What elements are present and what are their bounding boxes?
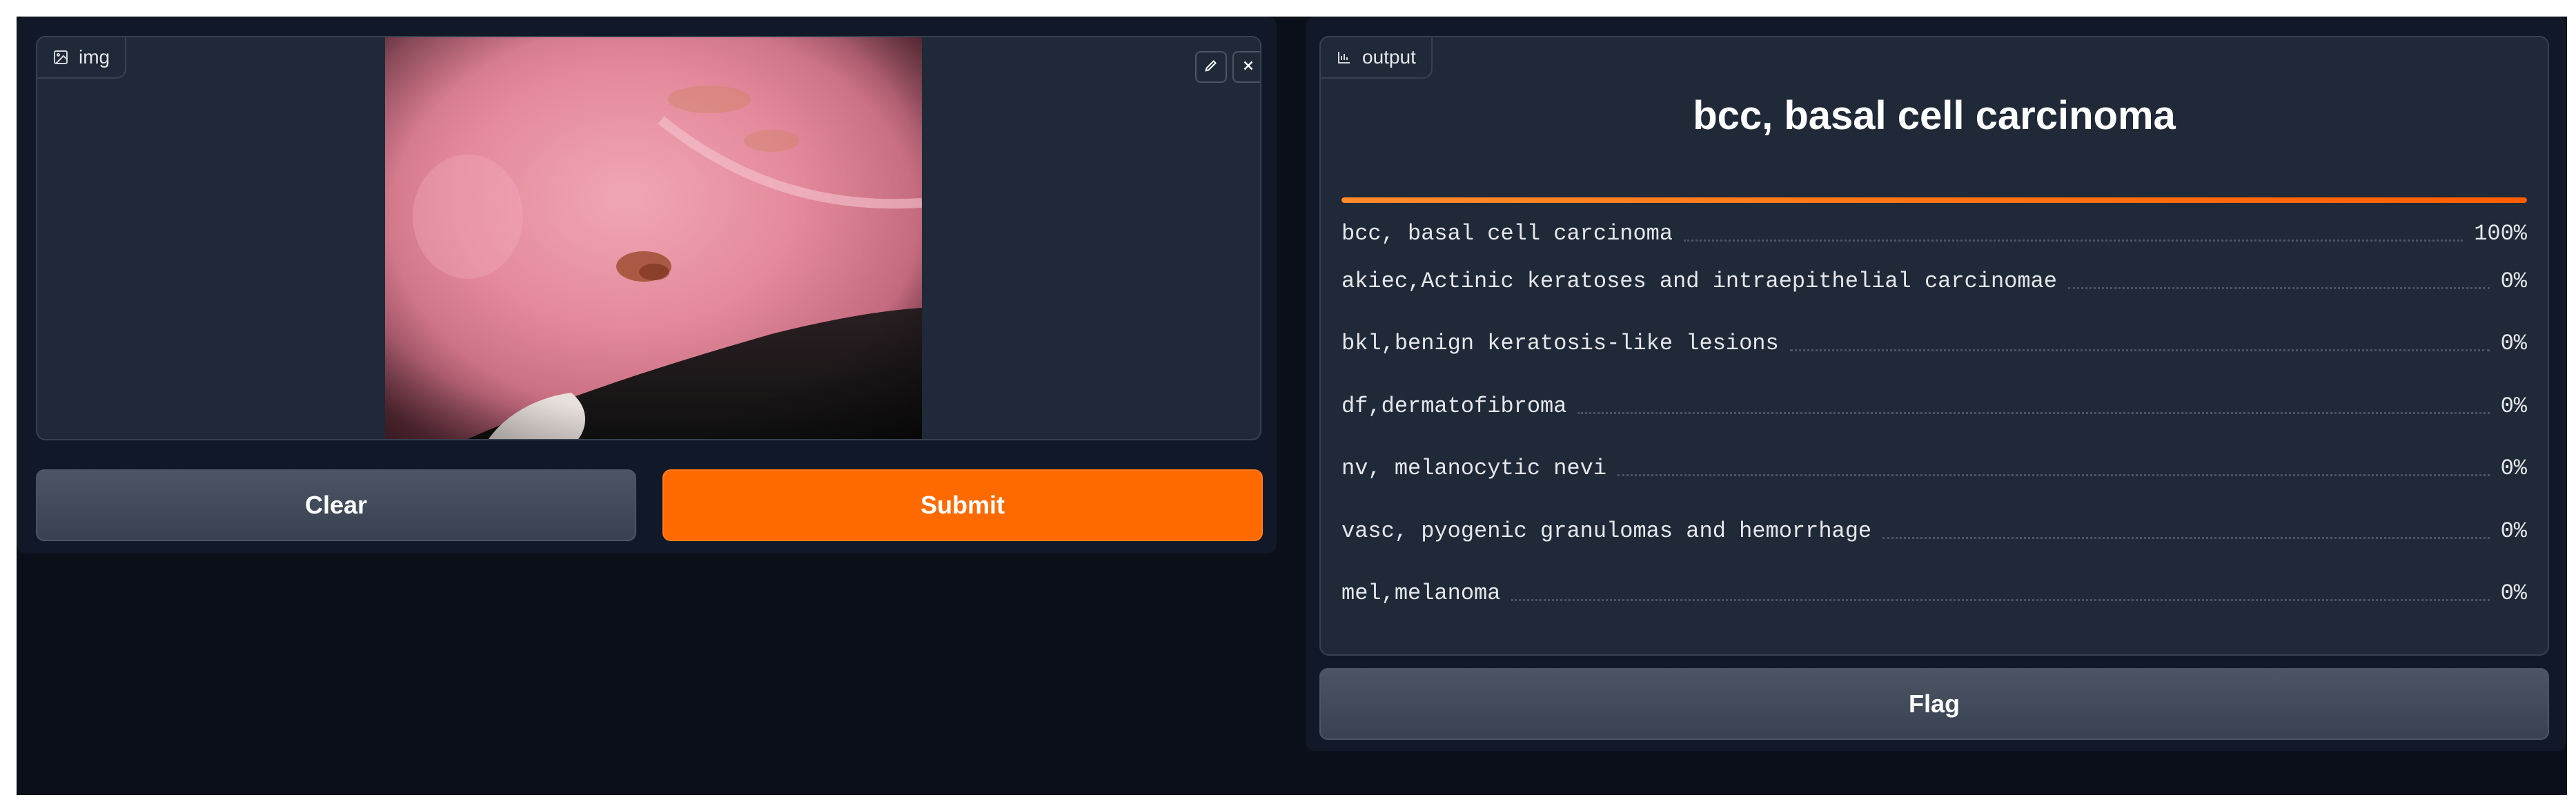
image-input[interactable]: img [36,36,1261,440]
dotted-leader [1789,349,2490,352]
confidence-value: 0% [2500,518,2527,544]
pencil-icon [1203,58,1219,77]
confidence-value: 0% [2500,331,2527,357]
confidence-row[interactable]: vasc, pyogenic granulomas and hemorrhage… [1341,500,2527,563]
label-icon [1336,49,1353,66]
confidence-list: bcc, basal cell carcinoma 100% akiec,Actin… [1341,217,2527,625]
input-label-tab: img [37,37,127,79]
dotted-leader [1684,239,2464,242]
flag-button[interactable]: Flag [1319,668,2549,740]
dotted-leader [1618,474,2490,477]
edit-image-button[interactable] [1195,51,1227,83]
confidence-row[interactable]: mel,melanoma 0% [1341,563,2527,625]
output-label-tab: output [1321,37,1433,79]
dotted-leader [1882,536,2490,539]
predicted-label: bcc, basal cell carcinoma [1693,93,2176,138]
dotted-leader [1577,411,2490,414]
confidence-row[interactable]: df,dermatofibroma 0% [1341,375,2527,438]
output-label: output [1362,46,1416,68]
clear-button[interactable]: Clear [36,469,636,541]
confidence-label: nv, melanocytic nevi [1341,456,1607,482]
confidence-label: bkl,benign keratosis-like lesions [1341,331,1779,357]
top-confidence-bar [1341,197,2527,203]
dotted-leader [1511,599,2490,602]
confidence-value: 0% [2500,580,2527,607]
confidence-value: 0% [2500,393,2527,419]
confidence-label: vasc, pyogenic granulomas and hemorrhage [1341,518,1872,544]
remove-image-button[interactable] [1232,51,1260,83]
confidence-value: 0% [2500,268,2527,294]
confidence-value: 0% [2500,456,2527,482]
output-label-block: output bcc, basal cell carcinoma bcc, ba… [1319,36,2549,656]
confidence-row[interactable]: akiec,Actinic keratoses and intraepithel… [1341,250,2527,313]
confidence-label: bcc, basal cell carcinoma [1341,220,1673,246]
top-confidence-fill [1341,197,2527,203]
image-icon [52,49,69,66]
confidence-row[interactable]: bcc, basal cell carcinoma 100% [1341,217,2527,250]
confidence-row[interactable]: nv, melanocytic nevi 0% [1341,438,2527,500]
confidence-label: mel,melanoma [1341,580,1501,607]
close-icon [1241,58,1256,77]
input-label: img [79,46,110,68]
dotted-leader [2067,286,2490,289]
confidence-value: 100% [2474,220,2527,246]
uploaded-image [385,37,922,439]
confidence-label: akiec,Actinic keratoses and intraepithel… [1341,268,2057,294]
app-root: img Clear Submit output bcc, basal cell … [17,17,2567,795]
confidence-row[interactable]: bkl,benign keratosis-like lesions 0% [1341,313,2527,375]
submit-button[interactable]: Submit [662,469,1263,541]
confidence-label: df,dermatofibroma [1341,393,1567,419]
